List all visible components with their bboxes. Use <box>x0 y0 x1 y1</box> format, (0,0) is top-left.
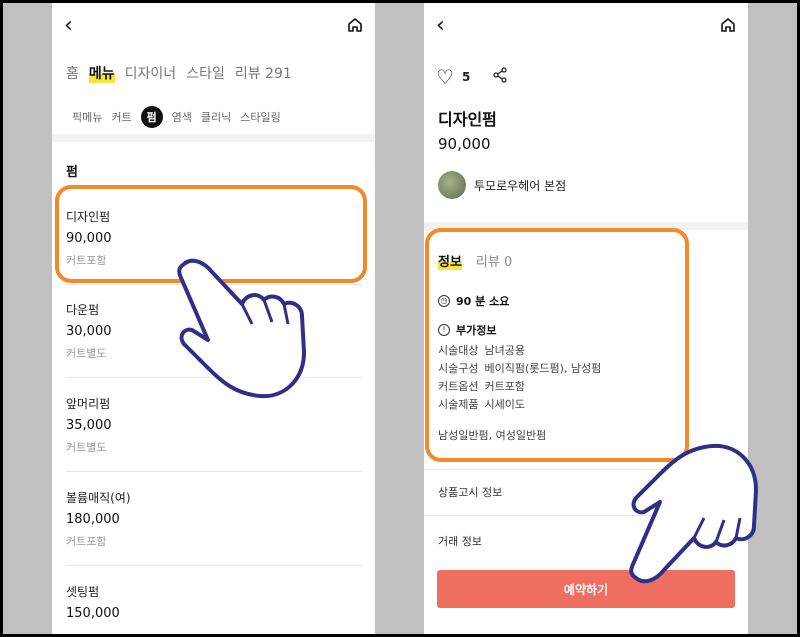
chevron-left-icon[interactable]: ‹ <box>64 15 73 37</box>
trade-info-link[interactable]: 거래 정보 <box>438 533 482 549</box>
menu-item-name: 다운펌 <box>66 303 100 317</box>
menu-item-name: 셋팅펌 <box>66 585 100 599</box>
like-row: ♡ 5 <box>436 65 508 89</box>
section-divider <box>52 134 375 142</box>
detail-label: 시술구성 <box>438 362 479 375</box>
detail-value: 시세이도 <box>484 398 525 411</box>
subtab-pick[interactable]: 픽메뉴 <box>72 109 102 125</box>
home-icon[interactable] <box>720 17 736 37</box>
menu-item-desc: 커트별도 <box>66 347 107 360</box>
tab-style[interactable]: 스타일 <box>186 63 225 83</box>
share-icon[interactable] <box>492 67 508 87</box>
clock-icon: ◷ <box>438 295 450 307</box>
menu-item-price: 90,000 <box>66 231 112 246</box>
info-icon: ! <box>438 324 450 336</box>
menu-item-desc: 커트포함 <box>66 254 107 267</box>
subtab-clinic[interactable]: 클리닉 <box>201 109 231 125</box>
menu-item-price: 180,000 <box>66 512 120 527</box>
menu-item[interactable]: 셋팅펌 150,000 <box>66 583 362 621</box>
menu-item[interactable]: 다운펌 30,000 커트별도 <box>66 301 362 361</box>
menu-item-price: 35,000 <box>66 418 112 433</box>
tab-review[interactable]: 리뷰 0 <box>476 251 512 270</box>
section-title: 펌 <box>66 165 78 180</box>
menu-item-desc: 커트포함 <box>66 535 107 548</box>
extra-info-title: 부가정보 <box>456 324 497 337</box>
subtab-cut[interactable]: 커트 <box>111 109 131 125</box>
detail-row: 커트옵션 커트포함 <box>438 378 525 394</box>
menu-item-name: 앞머리펌 <box>66 397 111 411</box>
menu-screen: ‹ 홈 메뉴 디자이너 스타일 리뷰 291 픽메뉴 커트 펌 염색 클리닉 스… <box>52 3 375 634</box>
extra-info-row: ! 부가정보 <box>438 322 496 338</box>
divider <box>66 284 362 285</box>
detail-value: 베이직펌(롯드펌), 남성펌 <box>484 362 602 375</box>
detail-label: 시술대상 <box>438 344 479 357</box>
info-tabs: 정보 리뷰 0 <box>438 251 512 270</box>
detail-row: 시술제품 시세이도 <box>438 396 525 412</box>
tab-info[interactable]: 정보 <box>438 251 462 270</box>
book-button[interactable]: 예약하기 <box>437 570 735 608</box>
menu-item[interactable]: 디자인펌 90,000 커트포함 <box>66 208 362 268</box>
tab-review[interactable]: 리뷰 291 <box>235 63 292 83</box>
detail-row: 시술구성 베이직펌(롯드펌), 남성펌 <box>438 360 601 376</box>
subtab-dye[interactable]: 염색 <box>172 109 192 125</box>
chevron-left-icon[interactable]: ‹ <box>436 15 445 37</box>
divider <box>424 469 748 470</box>
detail-row: 시술대상 남녀공용 <box>438 342 525 358</box>
duration-row: ◷ 90 분 소요 <box>438 293 509 309</box>
product-title: 디자인펌 <box>438 110 497 129</box>
shop-row[interactable]: 투모로우헤어 본점 <box>438 171 566 199</box>
menu-item-price: 30,000 <box>66 324 112 339</box>
tab-home[interactable]: 홈 <box>66 63 79 83</box>
detail-label: 커트옵션 <box>438 380 479 393</box>
divider <box>66 471 362 472</box>
menu-item-desc: 커트별도 <box>66 441 107 454</box>
shop-name: 투모로우헤어 본점 <box>474 178 567 193</box>
divider <box>66 565 362 566</box>
heart-icon[interactable]: ♡ <box>436 65 454 89</box>
product-notice-link[interactable]: 상품고시 정보 <box>438 484 502 500</box>
detail-label: 시술제품 <box>438 398 479 411</box>
detail-value: 남녀공용 <box>484 344 525 357</box>
category-tabs: 픽메뉴 커트 펌 염색 클리닉 스타일링 <box>72 106 281 128</box>
tags-row: 남성일반펌, 여성일반펌 <box>438 427 546 443</box>
menu-item-name: 디자인펌 <box>66 210 111 224</box>
divider <box>66 377 362 378</box>
menu-item-name: 볼륨매직(여) <box>66 491 131 505</box>
detail-value: 커트포함 <box>484 380 525 393</box>
like-count: 5 <box>461 70 471 84</box>
tab-designer[interactable]: 디자이너 <box>125 63 177 83</box>
avatar <box>438 171 466 199</box>
menu-item[interactable]: 앞머리펌 35,000 커트별도 <box>66 395 362 455</box>
menu-item-price: 150,000 <box>66 606 120 621</box>
subtab-styling[interactable]: 스타일링 <box>240 109 280 125</box>
subtab-perm[interactable]: 펌 <box>140 106 163 128</box>
home-icon[interactable] <box>347 17 363 37</box>
divider <box>424 515 748 516</box>
top-tabs: 홈 메뉴 디자이너 스타일 리뷰 291 <box>66 63 292 83</box>
duration: 90 분 소요 <box>456 295 510 308</box>
tags: 남성일반펌, 여성일반펌 <box>438 429 547 442</box>
detail-screen: ‹ ♡ 5 디자인펌 90,000 투모로우헤어 본점 정보 리뷰 0 ◷ 90… <box>424 3 748 634</box>
tab-menu[interactable]: 메뉴 <box>88 63 115 83</box>
menu-item[interactable]: 볼륨매직(여) 180,000 커트포함 <box>66 489 362 549</box>
section-divider <box>424 222 748 230</box>
product-price: 90,000 <box>438 135 491 153</box>
